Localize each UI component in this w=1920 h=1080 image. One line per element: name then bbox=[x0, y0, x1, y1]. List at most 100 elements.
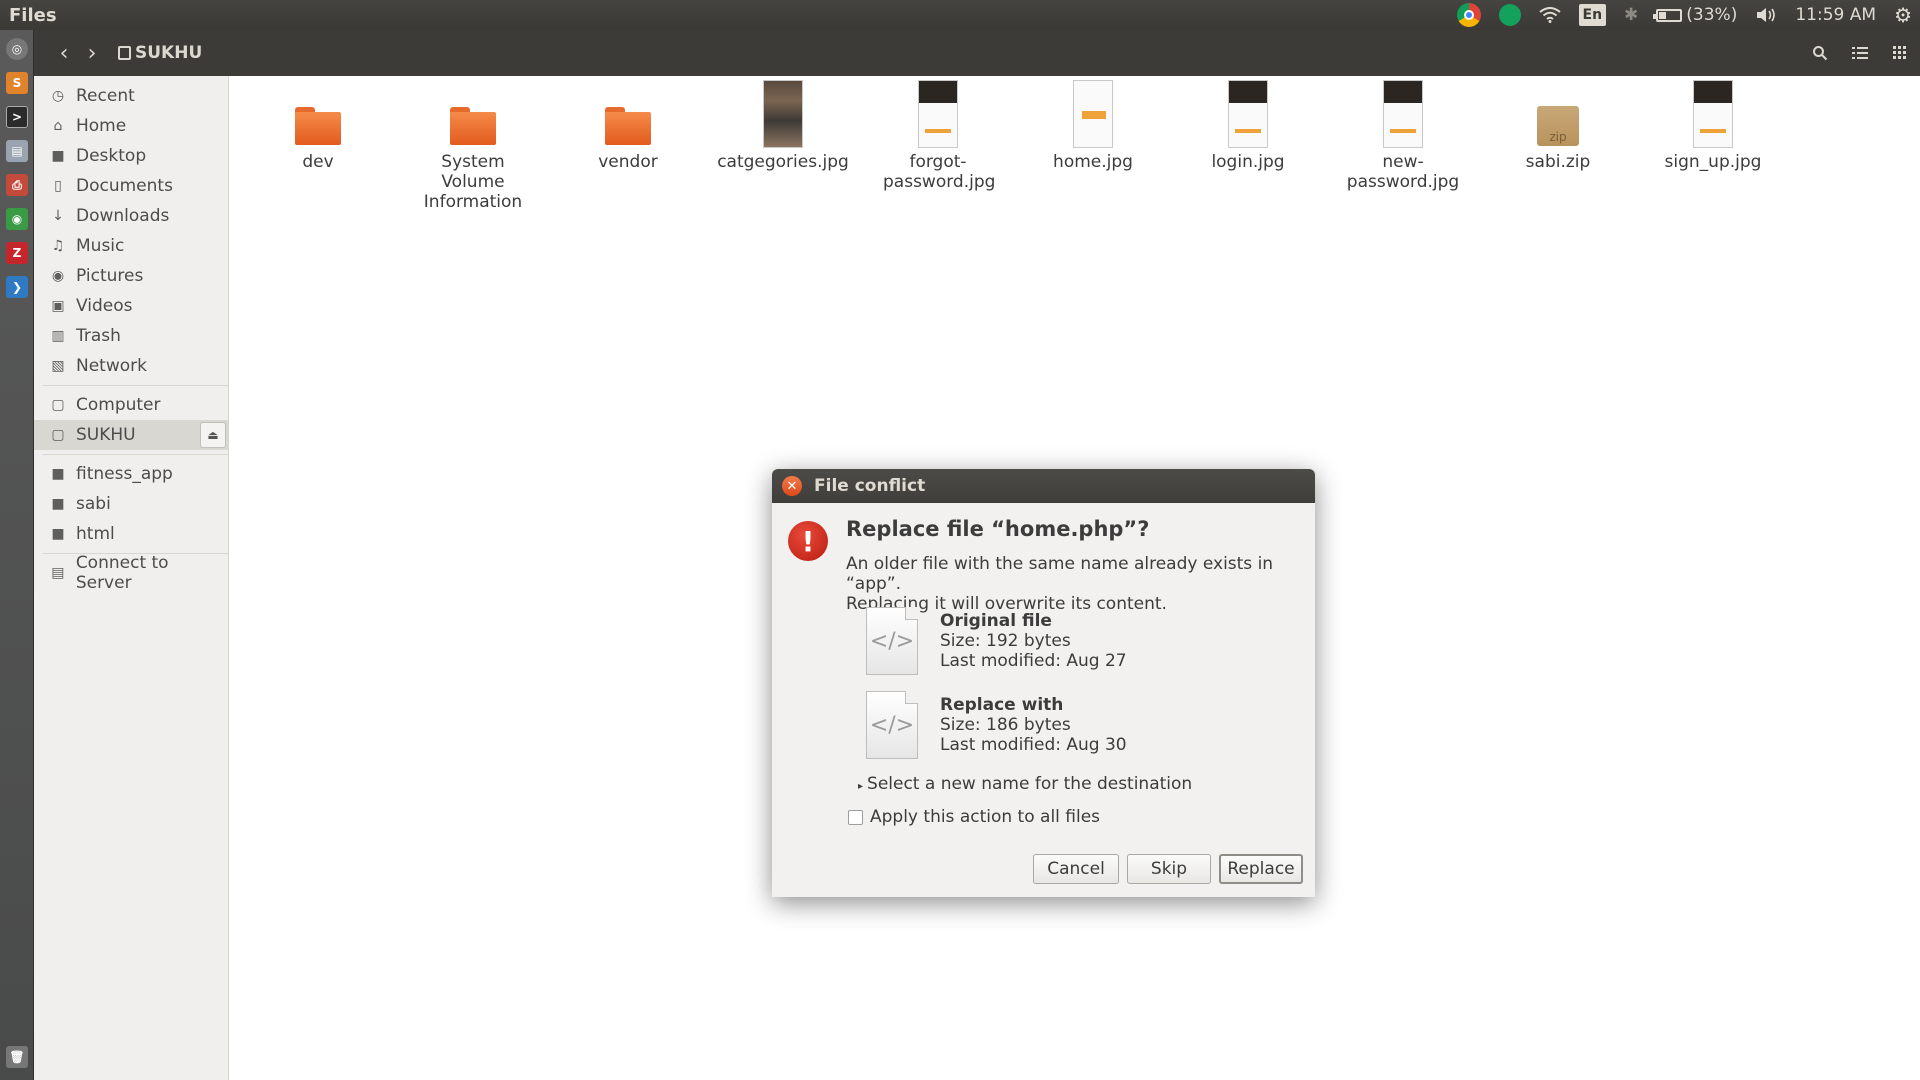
home-icon: ⌂ bbox=[53, 118, 63, 134]
sidebar-item-label: Desktop bbox=[76, 146, 147, 166]
code-file-icon: </> bbox=[866, 691, 918, 759]
bluetooth-icon[interactable]: ✱ bbox=[1624, 0, 1638, 30]
download-icon: ↓ bbox=[52, 208, 64, 224]
chrome-icon[interactable] bbox=[1456, 0, 1481, 30]
file-item-new-password-jpg[interactable]: new-password.jpg bbox=[1328, 76, 1478, 192]
replacement-file-modified: Last modified: Aug 30 bbox=[940, 735, 1127, 755]
image-thumbnail bbox=[1228, 80, 1268, 148]
zip-archive-icon: zip bbox=[1537, 106, 1579, 146]
file-item-login-jpg[interactable]: login.jpg bbox=[1173, 76, 1323, 172]
file-item-vendor[interactable]: vendor bbox=[553, 76, 703, 172]
battery-indicator[interactable]: (33%) bbox=[1653, 0, 1737, 30]
camera-icon: ◉ bbox=[51, 268, 65, 284]
sidebar-item-music[interactable]: ♫ Music bbox=[34, 231, 228, 261]
replacement-file-info: </> Replace with Size: 186 bytes Last mo… bbox=[866, 691, 1127, 759]
sidebar-item-recent[interactable]: ◷ Recent bbox=[34, 81, 228, 111]
sidebar-item-downloads[interactable]: ↓ Downloads bbox=[34, 201, 228, 231]
sidebar-item-pictures[interactable]: ◉ Pictures bbox=[34, 261, 228, 291]
file-name: forgot-password.jpg bbox=[883, 152, 996, 192]
sidebar-item-label: sabi bbox=[76, 494, 111, 514]
language-label: En bbox=[1578, 4, 1607, 26]
green-app-icon[interactable] bbox=[1498, 0, 1521, 30]
terminal-launcher-icon[interactable]: > bbox=[6, 106, 28, 128]
file-item-home-jpg[interactable]: home.jpg bbox=[1018, 76, 1168, 172]
checkbox-box[interactable] bbox=[848, 809, 863, 825]
rename-expander-label: Select a new name for the destination bbox=[867, 774, 1193, 794]
file-item-catgegories-jpg[interactable]: catgegories.jpg bbox=[708, 76, 858, 172]
vscode-launcher-icon[interactable]: ❯ bbox=[6, 276, 28, 298]
dash-launcher-icon[interactable]: ◎ bbox=[6, 38, 28, 60]
close-icon[interactable]: ✕ bbox=[782, 476, 802, 496]
battery-icon bbox=[1653, 8, 1683, 22]
printer-launcher-icon[interactable]: ⎙ bbox=[6, 174, 28, 196]
image-thumbnail bbox=[918, 80, 958, 148]
skip-button[interactable]: Skip bbox=[1127, 854, 1211, 884]
dialog-title: File conflict bbox=[814, 476, 926, 496]
sidebar-item-sukhu[interactable]: ▢ SUKHU ⏏ bbox=[34, 420, 228, 450]
sidebar-item-fitness-app[interactable]: ■ fitness_app bbox=[34, 459, 228, 489]
image-thumbnail bbox=[1383, 80, 1423, 148]
network-icon: ▧ bbox=[51, 358, 65, 374]
top-panel: Files En ✱ (33%) 11:59 AM ⚙ bbox=[0, 0, 1920, 30]
sidebar-item-videos[interactable]: ▣ Videos bbox=[34, 291, 228, 321]
filezilla-launcher-icon[interactable]: Z bbox=[6, 242, 28, 264]
path-bar-button[interactable]: SUKHU bbox=[112, 39, 208, 67]
file-name: dev bbox=[302, 152, 334, 172]
code-file-icon: </> bbox=[866, 607, 918, 675]
chrome-launcher-icon[interactable]: ◉ bbox=[6, 208, 28, 230]
clock[interactable]: 11:59 AM bbox=[1795, 0, 1876, 30]
sidebar-item-trash[interactable]: ▥ Trash bbox=[34, 321, 228, 351]
sidebar-item-home[interactable]: ⌂ Home bbox=[34, 111, 228, 141]
sublime-text-launcher-icon[interactable]: S bbox=[6, 72, 28, 94]
file-item-sign-up-jpg[interactable]: sign_up.jpg bbox=[1638, 76, 1788, 172]
rename-expander[interactable]: ▸ Select a new name for the destination bbox=[858, 774, 1192, 794]
original-file-title: Original file bbox=[940, 611, 1052, 631]
file-item-dev[interactable]: dev bbox=[243, 76, 393, 172]
sidebar-item-label: Computer bbox=[76, 395, 161, 415]
sidebar-item-network[interactable]: ▧ Network bbox=[34, 351, 228, 381]
sidebar-separator bbox=[42, 385, 228, 386]
sidebar-item-documents[interactable]: ▯ Documents bbox=[34, 171, 228, 201]
file-name: System Volume Information bbox=[423, 152, 523, 212]
language-indicator[interactable]: En bbox=[1578, 0, 1607, 30]
expander-arrow-icon: ▸ bbox=[858, 781, 864, 792]
sidebar-item-label: Pictures bbox=[76, 266, 144, 286]
dialog-heading: Replace file “home.php”? bbox=[846, 517, 1150, 541]
files-launcher-icon[interactable]: ▤ bbox=[6, 140, 28, 162]
replace-button[interactable]: Replace bbox=[1219, 854, 1303, 884]
apply-to-all-checkbox[interactable]: Apply this action to all files bbox=[848, 807, 1100, 827]
sidebar-item-label: Trash bbox=[76, 326, 121, 346]
search-icon[interactable] bbox=[1800, 38, 1840, 68]
trash-launcher-icon[interactable]: 🗑 bbox=[6, 1046, 28, 1068]
sidebar-item-computer[interactable]: ▢ Computer bbox=[34, 390, 228, 420]
drive-icon: ▢ bbox=[51, 397, 65, 413]
dialog-message-line: An older file with the same name already… bbox=[846, 554, 1274, 594]
file-item-system-volume-information[interactable]: System Volume Information bbox=[398, 76, 548, 212]
forward-button[interactable]: › bbox=[78, 38, 106, 68]
sidebar-item-html[interactable]: ■ html bbox=[34, 519, 228, 549]
sidebar-item-label: Music bbox=[76, 236, 125, 256]
file-item-sabi-zip[interactable]: zip sabi.zip bbox=[1483, 76, 1633, 172]
sidebar-item-sabi[interactable]: ■ sabi bbox=[34, 489, 228, 519]
launcher: ◎ S > ▤ ⎙ ◉ Z ❯ 🗑 bbox=[0, 30, 34, 1080]
files-headerbar: ‹ › SUKHU bbox=[34, 30, 1920, 76]
volume-icon[interactable] bbox=[1755, 0, 1777, 30]
gear-icon[interactable]: ⚙ bbox=[1894, 0, 1912, 30]
eject-icon[interactable]: ⏏ bbox=[200, 422, 226, 448]
sidebar-item-connect-to-server[interactable]: ▤ Connect to Server bbox=[34, 553, 228, 593]
list-view-icon[interactable] bbox=[1840, 38, 1880, 68]
file-item-forgot-password-jpg[interactable]: forgot-password.jpg bbox=[863, 76, 1013, 192]
wifi-icon[interactable] bbox=[1538, 0, 1561, 30]
image-thumbnail bbox=[1693, 80, 1733, 148]
document-icon: ▯ bbox=[54, 178, 62, 194]
folder-icon bbox=[295, 107, 341, 145]
sidebar-item-desktop[interactable]: ■ Desktop bbox=[34, 141, 228, 171]
sidebar-item-label: Documents bbox=[76, 176, 173, 196]
folder-icon: ■ bbox=[51, 148, 65, 164]
dialog-button-row: Cancel Skip Replace bbox=[1025, 854, 1303, 884]
file-name: sign_up.jpg bbox=[1664, 152, 1762, 172]
back-button[interactable]: ‹ bbox=[50, 38, 78, 68]
original-file-modified: Last modified: Aug 27 bbox=[940, 651, 1127, 671]
grid-view-icon[interactable] bbox=[1880, 38, 1920, 68]
cancel-button[interactable]: Cancel bbox=[1033, 854, 1119, 884]
